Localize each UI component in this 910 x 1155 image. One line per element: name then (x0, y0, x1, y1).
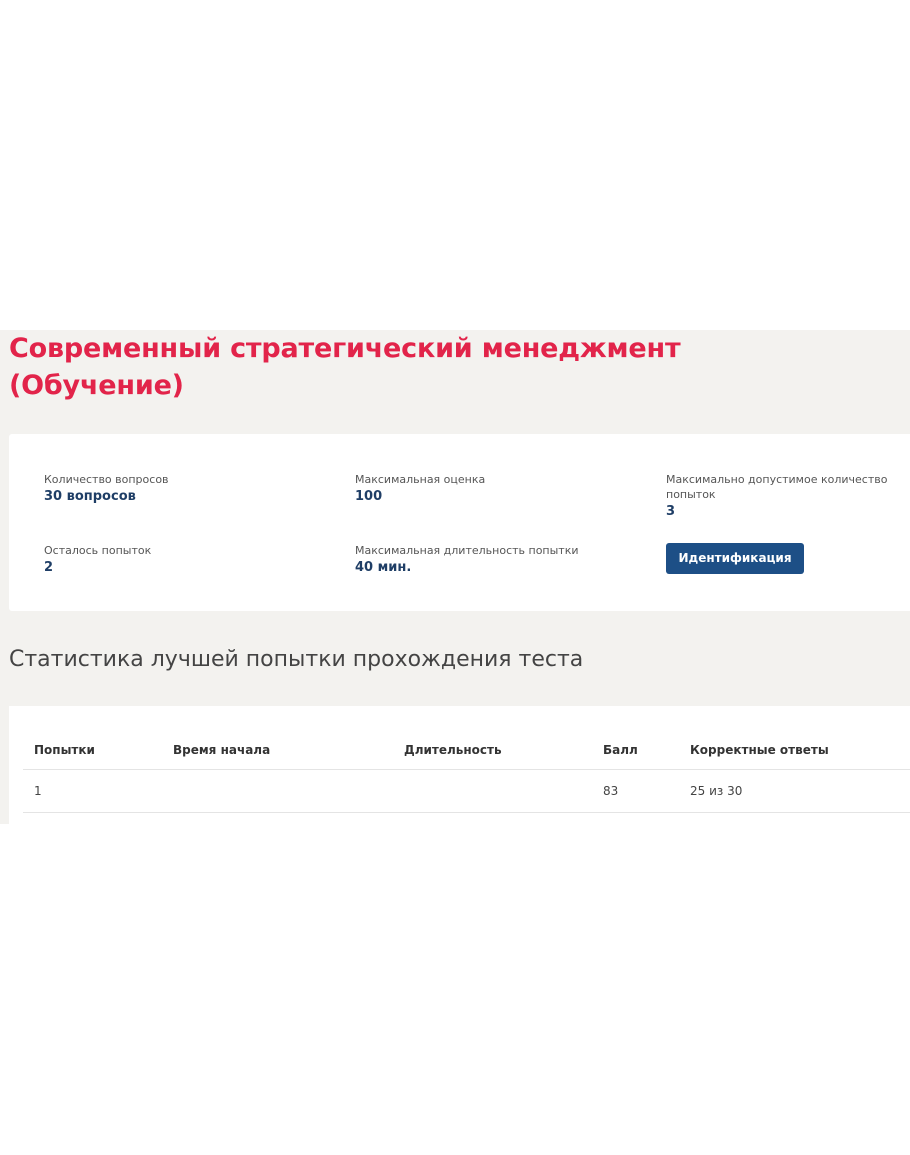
max-score-label: Максимальная оценка (355, 473, 486, 486)
page-panel: Современный стратегический менеджмент (О… (0, 330, 910, 824)
table-row: 1 83 25 из 30 (23, 769, 910, 813)
attempts-left-label: Осталось попыток (44, 544, 152, 557)
column-header-duration: Длительность (393, 731, 592, 770)
attempts-left-value: 2 (44, 560, 54, 575)
cell-correct-answers: 25 из 30 (679, 769, 910, 813)
column-header-attempts: Попытки (23, 731, 162, 770)
page-title: Современный стратегический менеджмент (О… (9, 333, 681, 401)
max-score-block: Максимальная оценка 100 (355, 472, 615, 505)
stats-card: Попытки Время начала Длительность Балл К… (9, 706, 910, 824)
max-score-value: 100 (355, 489, 383, 504)
stats-section-title: Статистика лучшей попытки прохождения те… (9, 647, 584, 672)
column-header-score: Балл (592, 731, 679, 770)
max-duration-value: 40 мин. (355, 560, 412, 575)
max-attempts-label: Максимально допустимое количество попыто… (666, 473, 888, 501)
questions-count-label: Количество вопросов (44, 473, 169, 486)
max-duration-block: Максимальная длительность попытки 40 мин… (355, 543, 615, 576)
table-header-row: Попытки Время начала Длительность Балл К… (23, 731, 910, 770)
cell-start-time (162, 769, 393, 813)
identification-button[interactable]: Идентификация (666, 543, 804, 574)
test-info-card: Количество вопросов 30 вопросов Максимал… (9, 434, 910, 611)
stats-table: Попытки Время начала Длительность Балл К… (23, 731, 910, 813)
cell-score: 83 (592, 769, 679, 813)
max-attempts-value: 3 (666, 504, 676, 519)
questions-count-block: Количество вопросов 30 вопросов (44, 472, 304, 505)
questions-count-value: 30 вопросов (44, 489, 136, 504)
cell-attempt: 1 (23, 769, 162, 813)
column-header-start-time: Время начала (162, 731, 393, 770)
cell-duration (393, 769, 592, 813)
column-header-correct-answers: Корректные ответы (679, 731, 910, 770)
max-attempts-block: Максимально допустимое количество попыто… (666, 472, 896, 520)
attempts-left-block: Осталось попыток 2 (44, 543, 304, 576)
max-duration-label: Максимальная длительность попытки (355, 544, 579, 557)
